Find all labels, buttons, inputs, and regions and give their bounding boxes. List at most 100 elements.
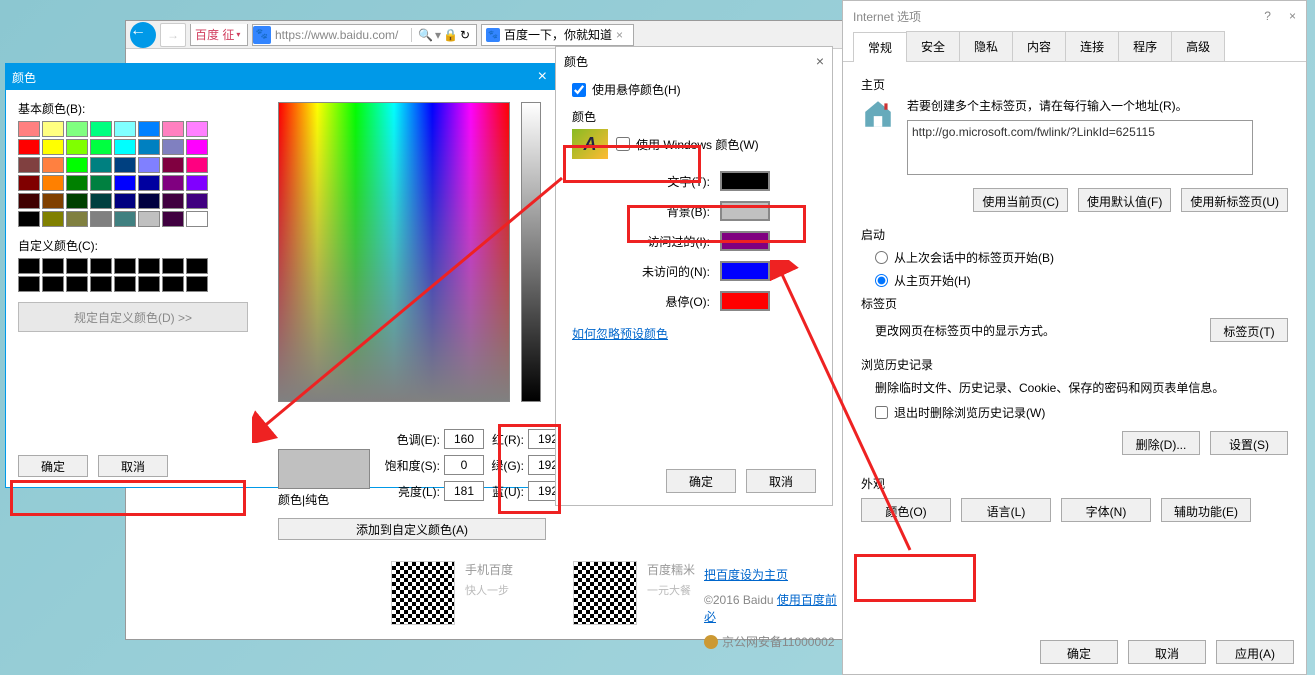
close-icon[interactable]: × [1289,9,1296,23]
color-swatch[interactable] [18,157,40,173]
custom-swatch[interactable] [90,258,112,274]
appearance-language-button[interactable]: 语言(L) [961,498,1051,522]
sat-input[interactable] [444,455,484,475]
tab-close-icon[interactable]: × [616,28,623,42]
color-swatch[interactable] [18,139,40,155]
ok-button[interactable]: 确定 [18,455,88,477]
color-swatch[interactable] [90,157,112,173]
custom-swatch[interactable] [162,258,184,274]
use-default-button[interactable]: 使用默认值(F) [1078,188,1171,212]
color-swatch[interactable] [186,121,208,137]
search-icon[interactable]: 🔍 [418,28,433,42]
ignore-preset-link[interactable]: 如何忽略预设颜色 [572,325,668,342]
options-tab-2[interactable]: 隐私 [959,31,1013,61]
color-swatch[interactable] [42,157,64,173]
dialog-titlebar[interactable]: 颜色 × [6,64,559,90]
radio-last-session[interactable]: 从上次会话中的标签页开始(B) [875,249,1288,266]
color-swatch[interactable] [138,121,160,137]
refresh-icon[interactable]: ↻ [460,28,470,42]
hover-color-checkbox-row[interactable]: 使用悬停颜色(H) [572,81,816,98]
custom-swatch[interactable] [66,258,88,274]
help-icon[interactable]: ? [1264,9,1271,23]
color-swatch[interactable] [186,157,208,173]
color-swatch[interactable] [114,157,136,173]
options-tab-0[interactable]: 常规 [853,32,907,62]
custom-swatch[interactable] [18,258,40,274]
custom-swatch[interactable] [162,276,184,292]
use-current-button[interactable]: 使用当前页(C) [973,188,1068,212]
custom-swatch[interactable] [90,276,112,292]
settings-button[interactable]: 设置(S) [1210,431,1288,455]
color-swatch[interactable] [42,139,64,155]
cancel-button[interactable]: 取消 [98,455,168,477]
custom-swatch[interactable] [42,258,64,274]
color-swatch[interactable] [186,175,208,191]
cs-ok-button[interactable]: 确定 [666,469,736,493]
luminance-slider[interactable] [521,102,541,402]
color-swatch[interactable] [90,139,112,155]
options-tab-1[interactable]: 安全 [906,31,960,61]
options-tab-3[interactable]: 内容 [1012,31,1066,61]
text-color-button[interactable] [720,171,770,191]
color-swatch[interactable] [66,139,88,155]
color-swatch[interactable] [42,193,64,209]
color-swatch[interactable] [114,139,136,155]
options-tab-6[interactable]: 高级 [1171,31,1225,61]
opt-titlebar[interactable]: Internet 选项 ? × [843,1,1306,31]
color-swatch[interactable] [42,211,64,227]
hover-color-checkbox[interactable] [572,83,586,97]
windows-color-checkbox-row[interactable]: 使用 Windows 颜色(W) [616,136,759,153]
color-swatch[interactable] [114,211,136,227]
color-swatch[interactable] [162,157,184,173]
lum-input[interactable] [444,481,484,501]
color-swatch[interactable] [138,175,160,191]
color-swatch[interactable] [42,175,64,191]
color-swatch[interactable] [162,121,184,137]
color-swatch[interactable] [138,193,160,209]
opt-cancel-button[interactable]: 取消 [1128,640,1206,664]
color-swatch[interactable] [138,157,160,173]
color-swatch[interactable] [18,193,40,209]
unvisited-color-button[interactable] [720,261,770,281]
custom-swatch[interactable] [114,258,136,274]
color-swatch[interactable] [66,157,88,173]
add-to-custom-button[interactable]: 添加到自定义颜色(A) [278,518,546,540]
color-swatch[interactable] [114,193,136,209]
home-url-textarea[interactable]: http://go.microsoft.com/fwlink/?LinkId=6… [907,120,1253,175]
set-home-link[interactable]: 把百度设为主页 [704,568,788,582]
radio-home[interactable]: 从主页开始(H) [875,272,1288,289]
color-swatch[interactable] [90,121,112,137]
options-tab-4[interactable]: 连接 [1065,31,1119,61]
visited-color-button[interactable] [720,231,770,251]
close-icon[interactable]: × [532,68,553,86]
color-swatch[interactable] [66,121,88,137]
custom-swatch[interactable] [66,276,88,292]
opt-ok-button[interactable]: 确定 [1040,640,1118,664]
color-swatch[interactable] [42,121,64,137]
appearance-font-button[interactable]: 字体(N) [1061,498,1151,522]
cs-cancel-button[interactable]: 取消 [746,469,816,493]
color-swatch[interactable] [138,211,160,227]
custom-swatch[interactable] [138,276,160,292]
url-input[interactable] [271,26,411,44]
color-swatch[interactable] [18,121,40,137]
color-swatch[interactable] [90,211,112,227]
custom-swatch[interactable] [186,258,208,274]
browser-tab[interactable]: 🐾 百度一下，你就知道 × [481,24,634,46]
bg-color-button[interactable] [720,201,770,221]
hue-input[interactable] [444,429,484,449]
exit-delete-checkbox-row[interactable]: 退出时删除浏览历史记录(W) [875,404,1288,421]
close-icon[interactable]: × [816,53,824,69]
opt-apply-button[interactable]: 应用(A) [1216,640,1294,664]
color-swatch[interactable] [162,175,184,191]
color-swatch[interactable] [162,211,184,227]
appearance-access-button[interactable]: 辅助功能(E) [1161,498,1251,522]
nav-back-button[interactable]: ← [130,22,156,48]
color-swatch[interactable] [90,175,112,191]
nav-forward-button[interactable]: → [160,23,186,47]
color-swatch[interactable] [138,139,160,155]
custom-swatch[interactable] [18,276,40,292]
color-swatch[interactable] [18,211,40,227]
color-swatch[interactable] [186,211,208,227]
delete-button[interactable]: 删除(D)... [1122,431,1200,455]
